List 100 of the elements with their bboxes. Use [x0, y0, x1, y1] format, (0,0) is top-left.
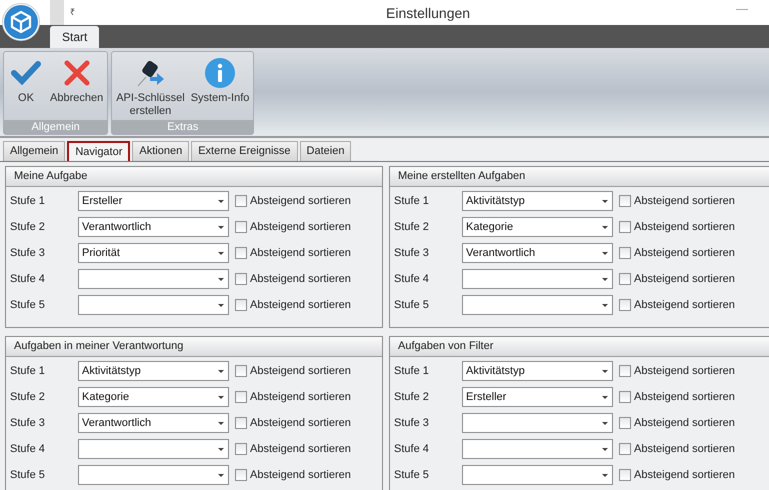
level-label: Stufe 1: [10, 364, 46, 379]
checkbox-label: Absteigend sortieren: [250, 416, 351, 431]
dropdown[interactable]: Verantwortlich: [78, 217, 229, 237]
dropdown[interactable]: [462, 439, 613, 459]
caret-icon: [218, 304, 224, 306]
checkbox[interactable]: [619, 443, 631, 455]
dropdown[interactable]: [462, 269, 613, 289]
caret-icon: [218, 396, 224, 398]
dropdown[interactable]: [78, 439, 229, 459]
caret-icon: [218, 370, 224, 372]
ribbon-button[interactable]: Abbrechen: [48, 56, 106, 105]
level-label: Stufe 4: [10, 272, 46, 287]
checkbox[interactable]: [235, 417, 247, 429]
panel-title: Meine erstellten Aufgaben: [398, 169, 526, 184]
checkbox-label: Absteigend sortieren: [634, 442, 735, 457]
level-label: Stufe 1: [394, 364, 430, 379]
checkbox[interactable]: [619, 247, 631, 259]
dropdown[interactable]: [462, 413, 613, 433]
checkbox-label: Absteigend sortieren: [250, 272, 351, 287]
tab[interactable]: Dateien: [300, 141, 352, 161]
checkbox-label: Absteigend sortieren: [250, 364, 351, 379]
tab[interactable]: Aktionen: [132, 141, 190, 161]
checkbox[interactable]: [235, 299, 247, 311]
panel-title: Aufgaben von Filter: [398, 339, 494, 354]
ribbon-tab[interactable]: Start: [50, 26, 100, 48]
checkbox[interactable]: [235, 469, 247, 481]
caret-icon: [218, 252, 224, 254]
checkbox-label: Absteigend sortieren: [634, 390, 735, 405]
dropdown[interactable]: Verantwortlich: [462, 243, 613, 263]
dropdown[interactable]: Ersteller: [78, 191, 229, 211]
dropdown[interactable]: Aktivitätstyp: [462, 361, 613, 381]
dropdown[interactable]: Kategorie: [78, 387, 229, 407]
checkbox[interactable]: [619, 221, 631, 233]
tab[interactable]: Navigator: [67, 141, 130, 161]
checkbox[interactable]: [619, 417, 631, 429]
dropdown[interactable]: [462, 295, 613, 315]
checkbox-label: Absteigend sortieren: [634, 272, 735, 287]
level-label: Stufe 2: [394, 220, 430, 235]
checkbox[interactable]: [619, 273, 631, 285]
caret-icon: [602, 370, 608, 372]
caret-icon: [218, 474, 224, 476]
caret-icon: [218, 200, 224, 202]
dropdown[interactable]: Verantwortlich: [78, 413, 229, 433]
dropdown[interactable]: Priorität: [78, 243, 229, 263]
checkbox[interactable]: [619, 391, 631, 403]
checkbox[interactable]: [235, 365, 247, 377]
caret-icon: [602, 474, 608, 476]
ribbon-button[interactable]: OK: [6, 56, 46, 105]
level-label: Stufe 5: [394, 298, 430, 313]
checkbox-label: Absteigend sortieren: [634, 246, 735, 261]
dropdown[interactable]: Kategorie: [462, 217, 613, 237]
checkbox[interactable]: [235, 273, 247, 285]
level-label: Stufe 5: [394, 468, 430, 483]
title-bar-tab-background: [50, 0, 64, 25]
quick-access-menu[interactable]: ₹: [70, 6, 75, 20]
checkbox[interactable]: [619, 469, 631, 481]
checkbox[interactable]: [235, 195, 247, 207]
caret-icon: [602, 422, 608, 424]
level-label: Stufe 2: [10, 220, 46, 235]
cross-icon: [62, 59, 91, 87]
level-label: Stufe 4: [394, 442, 430, 457]
dropdown[interactable]: [462, 465, 613, 485]
checkbox-label: Absteigend sortieren: [634, 468, 735, 483]
checkbox-label: Absteigend sortieren: [634, 298, 735, 313]
dropdown[interactable]: Aktivitätstyp: [78, 361, 229, 381]
ribbon-button[interactable]: System-Info: [188, 56, 252, 105]
dropdown[interactable]: [78, 295, 229, 315]
dropdown[interactable]: [78, 465, 229, 485]
checkbox-label: Absteigend sortieren: [634, 364, 735, 379]
checkbox-label: Absteigend sortieren: [250, 194, 351, 209]
dropdown[interactable]: Aktivitätstyp: [462, 191, 613, 211]
info-icon: [205, 58, 236, 88]
caret-icon: [602, 200, 608, 202]
checkbox[interactable]: [235, 443, 247, 455]
caret-icon: [218, 422, 224, 424]
caret-icon: [602, 278, 608, 280]
dropdown[interactable]: [78, 269, 229, 289]
tab[interactable]: Externe Ereignisse: [191, 141, 298, 161]
level-label: Stufe 3: [10, 416, 46, 431]
level-label: Stufe 1: [394, 194, 430, 209]
level-label: Stufe 2: [10, 390, 46, 405]
checkbox-label: Absteigend sortieren: [250, 220, 351, 235]
checkbox-label: Absteigend sortieren: [634, 194, 735, 209]
checkbox[interactable]: [619, 299, 631, 311]
checkbox[interactable]: [235, 391, 247, 403]
caret-icon: [602, 226, 608, 228]
level-label: Stufe 1: [10, 194, 46, 209]
checkbox[interactable]: [619, 195, 631, 207]
dropdown[interactable]: Ersteller: [462, 387, 613, 407]
checkbox[interactable]: [235, 221, 247, 233]
checkbox[interactable]: [619, 365, 631, 377]
checkbox[interactable]: [235, 247, 247, 259]
checkbox-label: Absteigend sortieren: [250, 442, 351, 457]
level-label: Stufe 5: [10, 298, 46, 313]
checkbox-label: Absteigend sortieren: [250, 246, 351, 261]
level-label: Stufe 3: [10, 246, 46, 261]
ribbon-button[interactable]: API-Schlüssel erstellen: [114, 56, 187, 118]
level-label: Stufe 3: [394, 246, 430, 261]
tab[interactable]: Allgemein: [3, 141, 66, 161]
level-label: Stufe 4: [394, 272, 430, 287]
